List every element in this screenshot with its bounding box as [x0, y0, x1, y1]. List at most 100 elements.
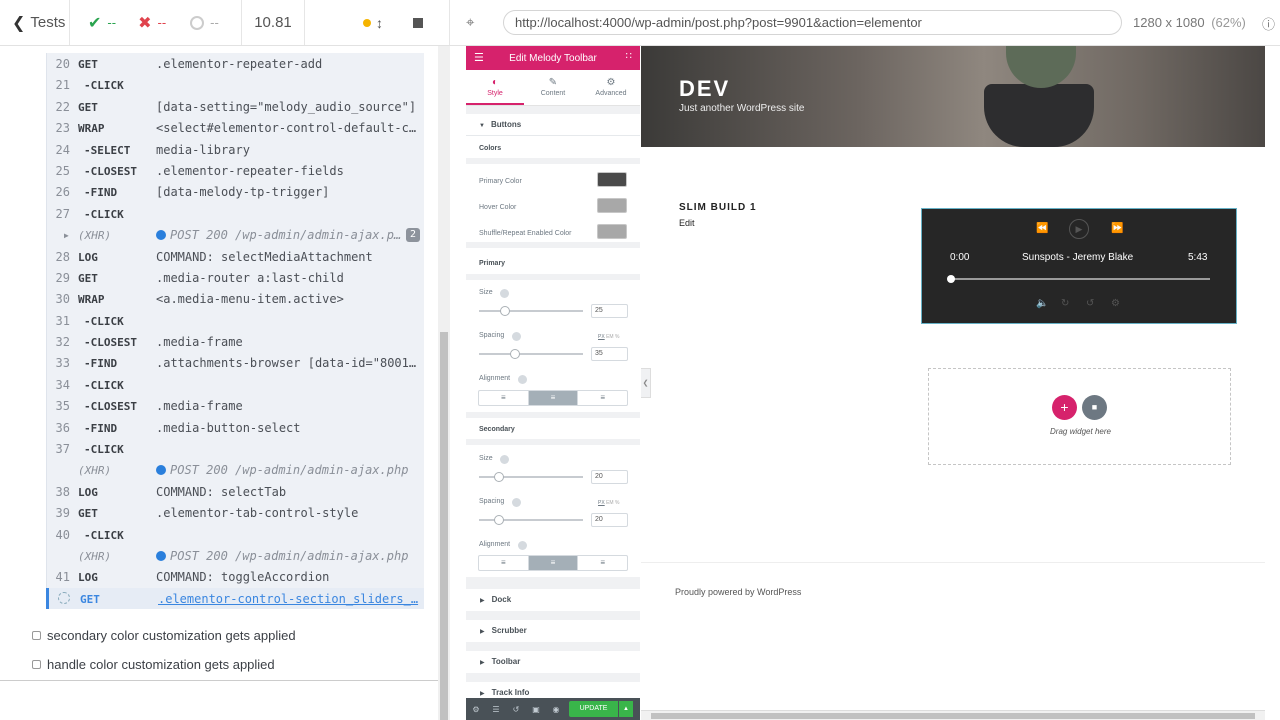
responsive-icon[interactable]: [500, 455, 509, 464]
responsive-icon[interactable]: [512, 332, 521, 341]
gear-icon[interactable]: ⚙: [1111, 298, 1120, 309]
repeat-icon[interactable]: ↻: [1061, 298, 1069, 309]
command-row[interactable]: 30 WRAP <a.media-menu-item.active>: [46, 288, 424, 310]
align-center-button[interactable]: ≡: [528, 556, 579, 570]
edit-link[interactable]: Edit: [679, 218, 695, 228]
tab-content[interactable]: ✎ Content: [524, 70, 582, 105]
xhr-row[interactable]: (XHR) POST 200 /wp-admin/admin-ajax.php: [46, 459, 424, 481]
command-row[interactable]: 38 LOG COMMAND: selectTab: [46, 480, 424, 503]
section-dock[interactable]: ▶ Dock: [466, 589, 640, 611]
command-row[interactable]: 27 -CLICK: [46, 202, 424, 225]
unit-px[interactable]: PX: [598, 500, 605, 506]
widgets-grid-icon[interactable]: ∷: [626, 51, 632, 62]
rewind-icon[interactable]: ⏪: [1036, 223, 1048, 234]
command-row[interactable]: 40 -CLICK: [46, 523, 424, 545]
shuffle-color-swatch[interactable]: [597, 224, 627, 239]
align-left-button[interactable]: ≡: [479, 391, 529, 405]
melody-player-widget[interactable]: ⏪ ▶ ⏩ 0:00 Sunspots - Jeremy Blake 5:43 …: [921, 208, 1237, 324]
back-to-tests-button[interactable]: ❮ Tests: [0, 0, 70, 45]
save-options-caret-icon[interactable]: ▲: [619, 701, 633, 717]
site-title[interactable]: DEV: [679, 76, 730, 102]
slider-handle[interactable]: [494, 515, 504, 525]
volume-icon[interactable]: 🔈: [1036, 298, 1048, 309]
secondary-size-input[interactable]: 20: [591, 470, 628, 484]
unit-switcher[interactable]: PX EM %: [598, 334, 619, 340]
command-row[interactable]: 21 -CLICK: [46, 74, 424, 96]
tab-advanced[interactable]: ⚙ Advanced: [582, 70, 640, 105]
align-center-button[interactable]: ≡: [528, 391, 579, 405]
align-left-button[interactable]: ≡: [479, 556, 529, 570]
fast-forward-icon[interactable]: ⏩: [1111, 223, 1123, 234]
command-row[interactable]: 29 GET .media-router a:last-child: [46, 266, 424, 289]
scrubber[interactable]: [947, 275, 1210, 283]
primary-size-slider[interactable]: [479, 306, 583, 316]
secondary-spacing-input[interactable]: 20: [591, 513, 628, 527]
unit-em[interactable]: EM: [606, 334, 614, 340]
unit-switcher[interactable]: PX EM %: [598, 500, 619, 506]
command-row[interactable]: 32 -CLOSEST .media-frame: [46, 331, 424, 353]
command-row[interactable]: 41 LOG COMMAND: toggleAccordion: [46, 566, 424, 588]
align-right-button[interactable]: ≡: [578, 391, 627, 405]
reporter-scrollbar[interactable]: [438, 46, 450, 720]
section-toggle-buttons[interactable]: ▼ Buttons: [479, 120, 521, 129]
selector-playground-icon[interactable]: ⌖: [466, 14, 474, 31]
command-row[interactable]: 20 GET .elementor-repeater-add: [46, 53, 424, 75]
slider-handle[interactable]: [510, 349, 520, 359]
secondary-spacing-slider[interactable]: [479, 515, 583, 525]
autoscroll-icon[interactable]: ↕: [376, 15, 383, 31]
command-row[interactable]: 35 -CLOSEST .media-frame: [46, 395, 424, 417]
settings-icon[interactable]: ⚙: [466, 705, 486, 714]
command-row[interactable]: 36 -FIND .media-button-select: [46, 416, 424, 439]
section-scrubber[interactable]: ▶ Scrubber: [466, 620, 640, 642]
play-icon[interactable]: ▶: [1069, 219, 1089, 239]
stop-icon[interactable]: [413, 17, 423, 28]
responsive-icon[interactable]: [518, 541, 527, 550]
command-row[interactable]: 23 WRAP <select#elementor-control-default-…: [46, 117, 424, 139]
folder-icon[interactable]: ■: [1082, 395, 1107, 420]
update-button[interactable]: UPDATE: [569, 701, 618, 717]
slider-handle[interactable]: [500, 306, 510, 316]
responsive-icon[interactable]: [500, 289, 509, 298]
primary-color-swatch[interactable]: [597, 172, 627, 187]
hamburger-icon[interactable]: ☰: [474, 51, 484, 64]
drop-zone[interactable]: + ■ Drag widget here: [928, 368, 1231, 465]
section-toolbar[interactable]: ▶ Toolbar: [466, 651, 640, 673]
scrubber-handle[interactable]: [947, 275, 955, 283]
command-row[interactable]: 31 -CLICK: [46, 309, 424, 332]
command-row[interactable]: 24 -SELECT media-library: [46, 138, 424, 160]
unit-percent[interactable]: %: [615, 334, 619, 340]
command-row[interactable]: 25 -CLOSEST .elementor-repeater-fields: [46, 159, 424, 182]
slider-handle[interactable]: [494, 472, 504, 482]
command-row[interactable]: 39 GET .elementor-tab-control-style: [46, 502, 424, 524]
secondary-size-slider[interactable]: [479, 472, 583, 482]
scroll-thumb[interactable]: [651, 713, 1255, 719]
test-item-handle-color[interactable]: handle color customization gets applied: [32, 657, 275, 672]
shuffle-icon[interactable]: ↺: [1086, 298, 1094, 309]
scroll-thumb[interactable]: [440, 332, 448, 720]
preview-eye-icon[interactable]: ◉: [546, 705, 566, 714]
command-row[interactable]: GET .elementor-control-section_sliders_…: [46, 587, 424, 610]
unit-percent[interactable]: %: [615, 500, 619, 506]
xhr-row[interactable]: (XHR) POST 200 /wp-admin/admin-ajax.php: [46, 544, 424, 567]
command-row[interactable]: 33 -FIND .attachments-browser [data-id="80…: [46, 352, 424, 374]
url-bar[interactable]: http://localhost:4000/wp-admin/post.php?…: [503, 10, 1122, 35]
preview-horizontal-scrollbar[interactable]: [641, 710, 1265, 720]
command-row[interactable]: 37 -CLICK: [46, 438, 424, 460]
primary-spacing-input[interactable]: 35: [591, 347, 628, 361]
align-right-button[interactable]: ≡: [578, 556, 627, 570]
footer-credit[interactable]: Proudly powered by WordPress: [675, 587, 801, 597]
command-row[interactable]: 26 -FIND [data-melody-tp-trigger]: [46, 181, 424, 203]
preview-vertical-scrollbar[interactable]: [1265, 46, 1280, 720]
tab-style[interactable]: ◐ Style: [466, 70, 524, 105]
unit-px[interactable]: PX: [598, 334, 605, 340]
xhr-row[interactable]: ▸ (XHR) POST 200 /wp-admin/admin-ajax.p… 2: [46, 224, 424, 246]
hover-color-swatch[interactable]: [597, 198, 627, 213]
history-icon[interactable]: ↺: [506, 705, 526, 714]
responsive-icon[interactable]: [518, 375, 527, 384]
info-icon[interactable]: ⓘ: [1262, 14, 1275, 33]
add-section-button[interactable]: +: [1052, 395, 1077, 420]
collapse-panel-handle[interactable]: ❮: [641, 368, 651, 398]
navigator-icon[interactable]: ☰: [486, 705, 506, 714]
command-row[interactable]: 28 LOG COMMAND: selectMediaAttachment: [46, 245, 424, 267]
command-row[interactable]: 34 -CLICK: [46, 373, 424, 396]
